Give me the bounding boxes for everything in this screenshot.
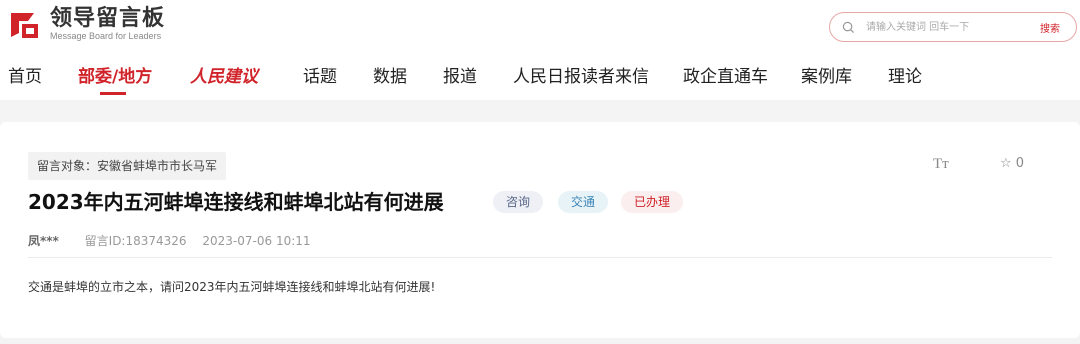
nav-item-topics[interactable]: 话题 <box>303 62 337 87</box>
status-badge: 已办理 <box>621 191 684 213</box>
nav-item-case-library[interactable]: 案例库 <box>801 62 852 87</box>
nav-item-enterprise-express[interactable]: 政企直通车 <box>683 62 768 87</box>
logo-mark-icon <box>11 13 38 38</box>
favorite-count: 0 <box>1015 156 1025 171</box>
nav-item-reports[interactable]: 报道 <box>443 62 477 87</box>
logo-title: 领导留言板 <box>50 5 166 31</box>
author-name: 凤*** <box>28 234 59 248</box>
divider <box>28 257 1052 258</box>
message-card: 留言对象：安徽省蚌埠市市长马军 Tт ☆ 0 2023年内五河蚌埠连接线和蚌埠北… <box>0 122 1080 338</box>
star-icon: ☆ <box>1000 156 1012 171</box>
site-header: 领导留言板 Message Board for Leaders 搜索 首页 部委… <box>0 0 1080 100</box>
search-button[interactable]: 搜索 <box>1040 20 1060 35</box>
nav-item-reader-letters[interactable]: 人民日报读者来信 <box>513 62 649 87</box>
message-meta: 凤*** 留言ID:18374326 2023-07-06 10:11 <box>28 232 311 249</box>
search-icon <box>842 21 855 34</box>
message-id: 留言ID:18374326 <box>84 234 187 248</box>
logo-subtitle: Message Board for Leaders <box>50 30 162 41</box>
tag-traffic: 交通 <box>558 191 609 213</box>
search-box: 搜索 <box>829 12 1077 42</box>
nav-item-theory[interactable]: 理论 <box>888 62 922 87</box>
nav-item-people-suggestions[interactable]: 人民建议 <box>190 62 258 87</box>
nav-item-data[interactable]: 数据 <box>373 62 407 87</box>
tag-consult: 咨询 <box>493 191 544 213</box>
main-nav: 首页 部委/地方 人民建议 话题 数据 报道 人民日报读者来信 政企直通车 案例… <box>0 62 1080 92</box>
message-content: 交通是蚌埠的立市之本，请问2023年内五河蚌埠连接线和蚌埠北站有何进展! <box>28 280 436 294</box>
nav-active-indicator <box>100 92 126 95</box>
nav-item-ministries-local[interactable]: 部委/地方 <box>78 62 152 87</box>
font-size-toggle-icon[interactable]: Tт <box>933 156 949 173</box>
favorite-button[interactable]: ☆ 0 <box>1000 156 1024 171</box>
site-logo[interactable]: 领导留言板 Message Board for Leaders <box>8 4 165 44</box>
message-datetime: 2023-07-06 10:11 <box>202 234 311 248</box>
message-title: 2023年内五河蚌埠连接线和蚌埠北站有何进展 <box>28 190 444 214</box>
search-input[interactable] <box>866 18 1016 36</box>
nav-item-home[interactable]: 首页 <box>8 62 42 87</box>
message-target: 留言对象：安徽省蚌埠市市长马军 <box>28 152 227 180</box>
